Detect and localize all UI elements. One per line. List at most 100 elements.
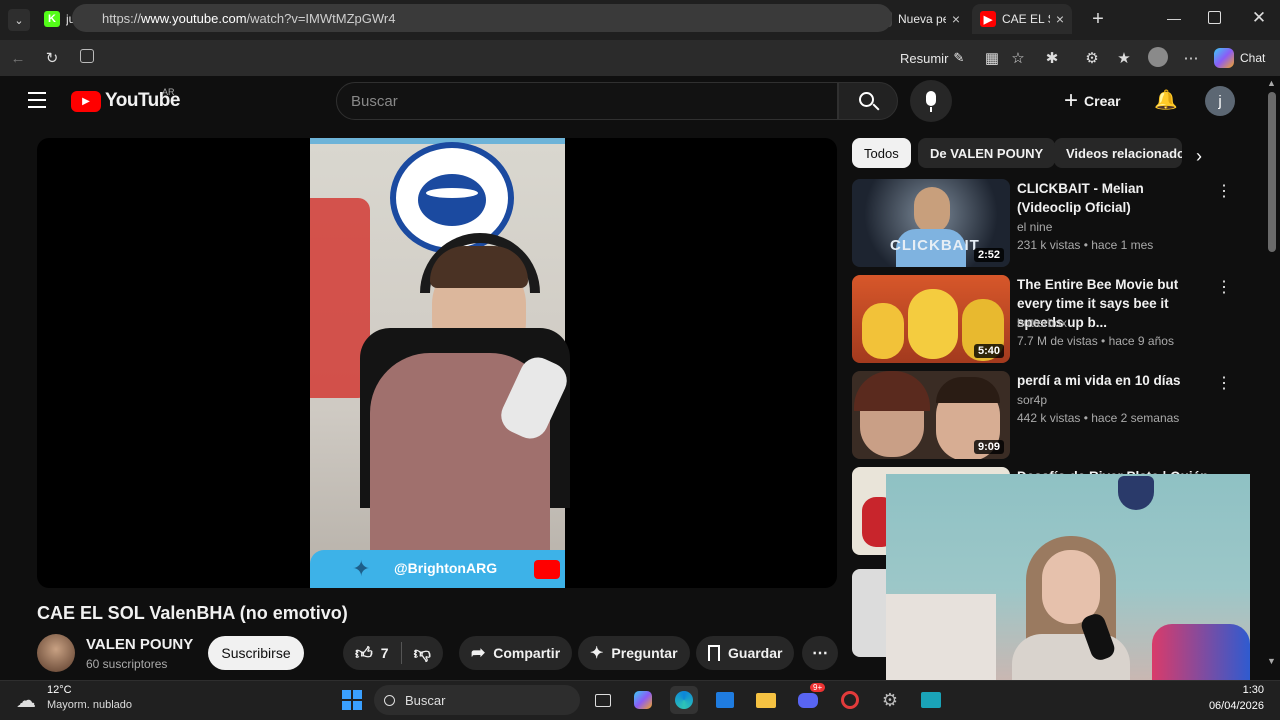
copilot-chat-button[interactable]: Chat (1214, 47, 1265, 69)
search-button[interactable] (838, 82, 898, 120)
clock-date[interactable]: 06/04/2026 (1196, 700, 1264, 712)
scroll-up-arrow-icon[interactable]: ▲ (1267, 78, 1276, 88)
edge-browser-icon[interactable] (670, 686, 698, 714)
profile-avatar[interactable] (1148, 47, 1168, 67)
overlay-handle: @BrightonARG (394, 560, 498, 576)
tab-actions-menu-icon[interactable]: ⌄ (8, 9, 30, 31)
chip-all[interactable]: Todos (852, 138, 911, 168)
chat-label: Chat (1240, 51, 1266, 65)
weather-temp: 12°C (47, 684, 72, 696)
video-duration: 2:52 (973, 248, 1004, 262)
video-duration: 5:40 (973, 344, 1004, 358)
site-info-icon[interactable] (80, 49, 94, 63)
channel-name[interactable]: sor4p (1017, 393, 1047, 407)
summarize-button[interactable]: Resumir ✎ (900, 48, 964, 68)
thumbnail[interactable]: 9:09 (852, 371, 1010, 459)
share-label: Compartir (493, 645, 561, 661)
chips-next-chevron-icon[interactable]: › (1196, 146, 1216, 166)
scroll-thumb[interactable] (1268, 92, 1276, 252)
copilot-taskbar-icon[interactable] (629, 686, 657, 714)
browser-tab[interactable]: ▶ CAE EL SO × (972, 4, 1072, 34)
summarize-icon: ✎ (953, 50, 965, 65)
channel-name[interactable]: butterbox (1017, 316, 1067, 330)
microsoft-store-icon[interactable] (711, 686, 739, 714)
video-title[interactable]: CLICKBAIT - Melian (Videoclip Oficial) (1017, 179, 1209, 217)
maximize-icon[interactable] (1208, 11, 1221, 24)
chip-from-channel[interactable]: De VALEN POUNY (918, 138, 1056, 168)
recommendation-item[interactable]: 5:40 The Entire Bee Movie but every time… (852, 275, 1252, 363)
video-title-heading: CAE EL SOL ValenBHA (no emotivo) (37, 603, 348, 623)
youtube-play-icon: ▶ (71, 90, 101, 112)
recommendation-item[interactable]: CLICKBAIT 2:52 CLICKBAIT - Melian (Video… (852, 179, 1252, 267)
page-scrollbar[interactable]: ▲ ▼ (1264, 76, 1280, 680)
video-frame[interactable]: ✦ @BrightonARG (310, 138, 573, 588)
minimize-icon[interactable]: — (1165, 10, 1183, 28)
more-actions-icon[interactable]: ⋮ (1216, 181, 1232, 201)
recommendation-item[interactable]: 9:09 perdí a mi vida en 10 días sor4p 44… (852, 371, 1252, 459)
person-hair (430, 246, 528, 288)
channel-name[interactable]: el nine (1017, 220, 1052, 234)
url-path: /watch?v=IMWtMZpGWr4 (246, 10, 396, 26)
close-window-icon[interactable]: ✕ (1250, 8, 1268, 27)
ask-label: Preguntar (611, 645, 678, 661)
weather-widget[interactable]: ☁ 12°C Mayorm. nublado (16, 683, 156, 717)
like-button[interactable]: 👍︎ 7 (343, 636, 401, 670)
app-icon-red[interactable] (836, 686, 864, 714)
plus-icon: + (1064, 87, 1079, 114)
more-options-icon[interactable]: ⋯ (1181, 48, 1201, 68)
scroll-down-arrow-icon[interactable]: ▼ (1267, 656, 1276, 666)
thumbnail[interactable]: CLICKBAIT 2:52 (852, 179, 1010, 267)
like-dislike-group: 👍︎ 7 👎︎ (343, 636, 443, 670)
wall-crest-shape (1118, 476, 1154, 510)
extensions-icon[interactable]: ✱ (1042, 48, 1062, 68)
more-actions-icon[interactable]: ⋮ (1216, 277, 1232, 297)
channel-name-link[interactable]: VALEN POUNY (86, 636, 193, 653)
video-title[interactable]: perdí a mi vida en 10 días (1017, 371, 1209, 390)
voice-search-button[interactable] (910, 80, 952, 122)
clock-time[interactable]: 1:30 (1216, 684, 1264, 696)
chip-related[interactable]: Videos relacionados (1054, 138, 1182, 168)
share-button[interactable]: ➦ Compartir (459, 636, 573, 670)
task-view-icon[interactable] (589, 686, 617, 714)
ask-button[interactable]: ✦ Preguntar (578, 636, 690, 670)
new-tab-icon[interactable]: + (1088, 9, 1108, 29)
file-explorer-icon[interactable] (752, 686, 780, 714)
bed-shape (886, 594, 996, 680)
app-icon-cyan[interactable] (917, 686, 945, 714)
tab-close-icon[interactable]: × (1056, 11, 1064, 27)
thumbs-up-icon: 👍︎ (355, 643, 373, 663)
taskbar-search-box[interactable]: Buscar (374, 685, 580, 715)
sparkle-icon: ✦ (590, 645, 604, 662)
settings-gear-icon[interactable]: ⚙ (876, 686, 904, 714)
subscribe-button[interactable]: Suscribirse (208, 636, 304, 670)
streamer-face (1042, 550, 1100, 624)
webcam-overlay (886, 474, 1250, 680)
refresh-icon[interactable]: ↻ (42, 48, 62, 68)
more-video-actions-button[interactable]: ⋯ (802, 636, 838, 670)
weather-desc: Mayorm. nublado (47, 699, 132, 711)
favorite-star-icon[interactable]: ☆ (1008, 48, 1028, 68)
share-icon: ➦ (471, 643, 486, 662)
tab-close-icon[interactable]: × (952, 11, 960, 27)
back-icon[interactable]: ← (8, 48, 28, 68)
create-button[interactable]: + Crear (1064, 88, 1121, 114)
favorites-icon[interactable]: ★ (1114, 48, 1134, 68)
browser-essentials-icon[interactable]: ⚙ (1082, 48, 1102, 68)
microphone-icon (926, 91, 936, 106)
hamburger-menu-icon[interactable] (28, 92, 46, 108)
url-host: www.youtube.com (141, 10, 247, 26)
copilot-icon (1214, 48, 1234, 68)
windows-start-icon[interactable] (338, 686, 366, 714)
save-button[interactable]: Guardar (696, 636, 795, 670)
search-input[interactable]: Buscar (336, 82, 838, 120)
channel-avatar[interactable] (37, 634, 75, 672)
split-screen-icon[interactable]: ▦ (982, 48, 1002, 68)
dislike-button[interactable]: 👎︎ (402, 636, 443, 670)
notifications-bell-icon[interactable]: 🔔 (1154, 90, 1178, 112)
account-avatar[interactable]: j (1205, 86, 1235, 116)
address-bar[interactable]: https://www.youtube.com/watch?v=IMWtMZpG… (72, 4, 892, 32)
discord-notification-badge: 9+ (810, 683, 826, 692)
url-prefix: https:// (102, 10, 142, 26)
thumbnail[interactable]: 5:40 (852, 275, 1010, 363)
more-actions-icon[interactable]: ⋮ (1216, 373, 1232, 393)
